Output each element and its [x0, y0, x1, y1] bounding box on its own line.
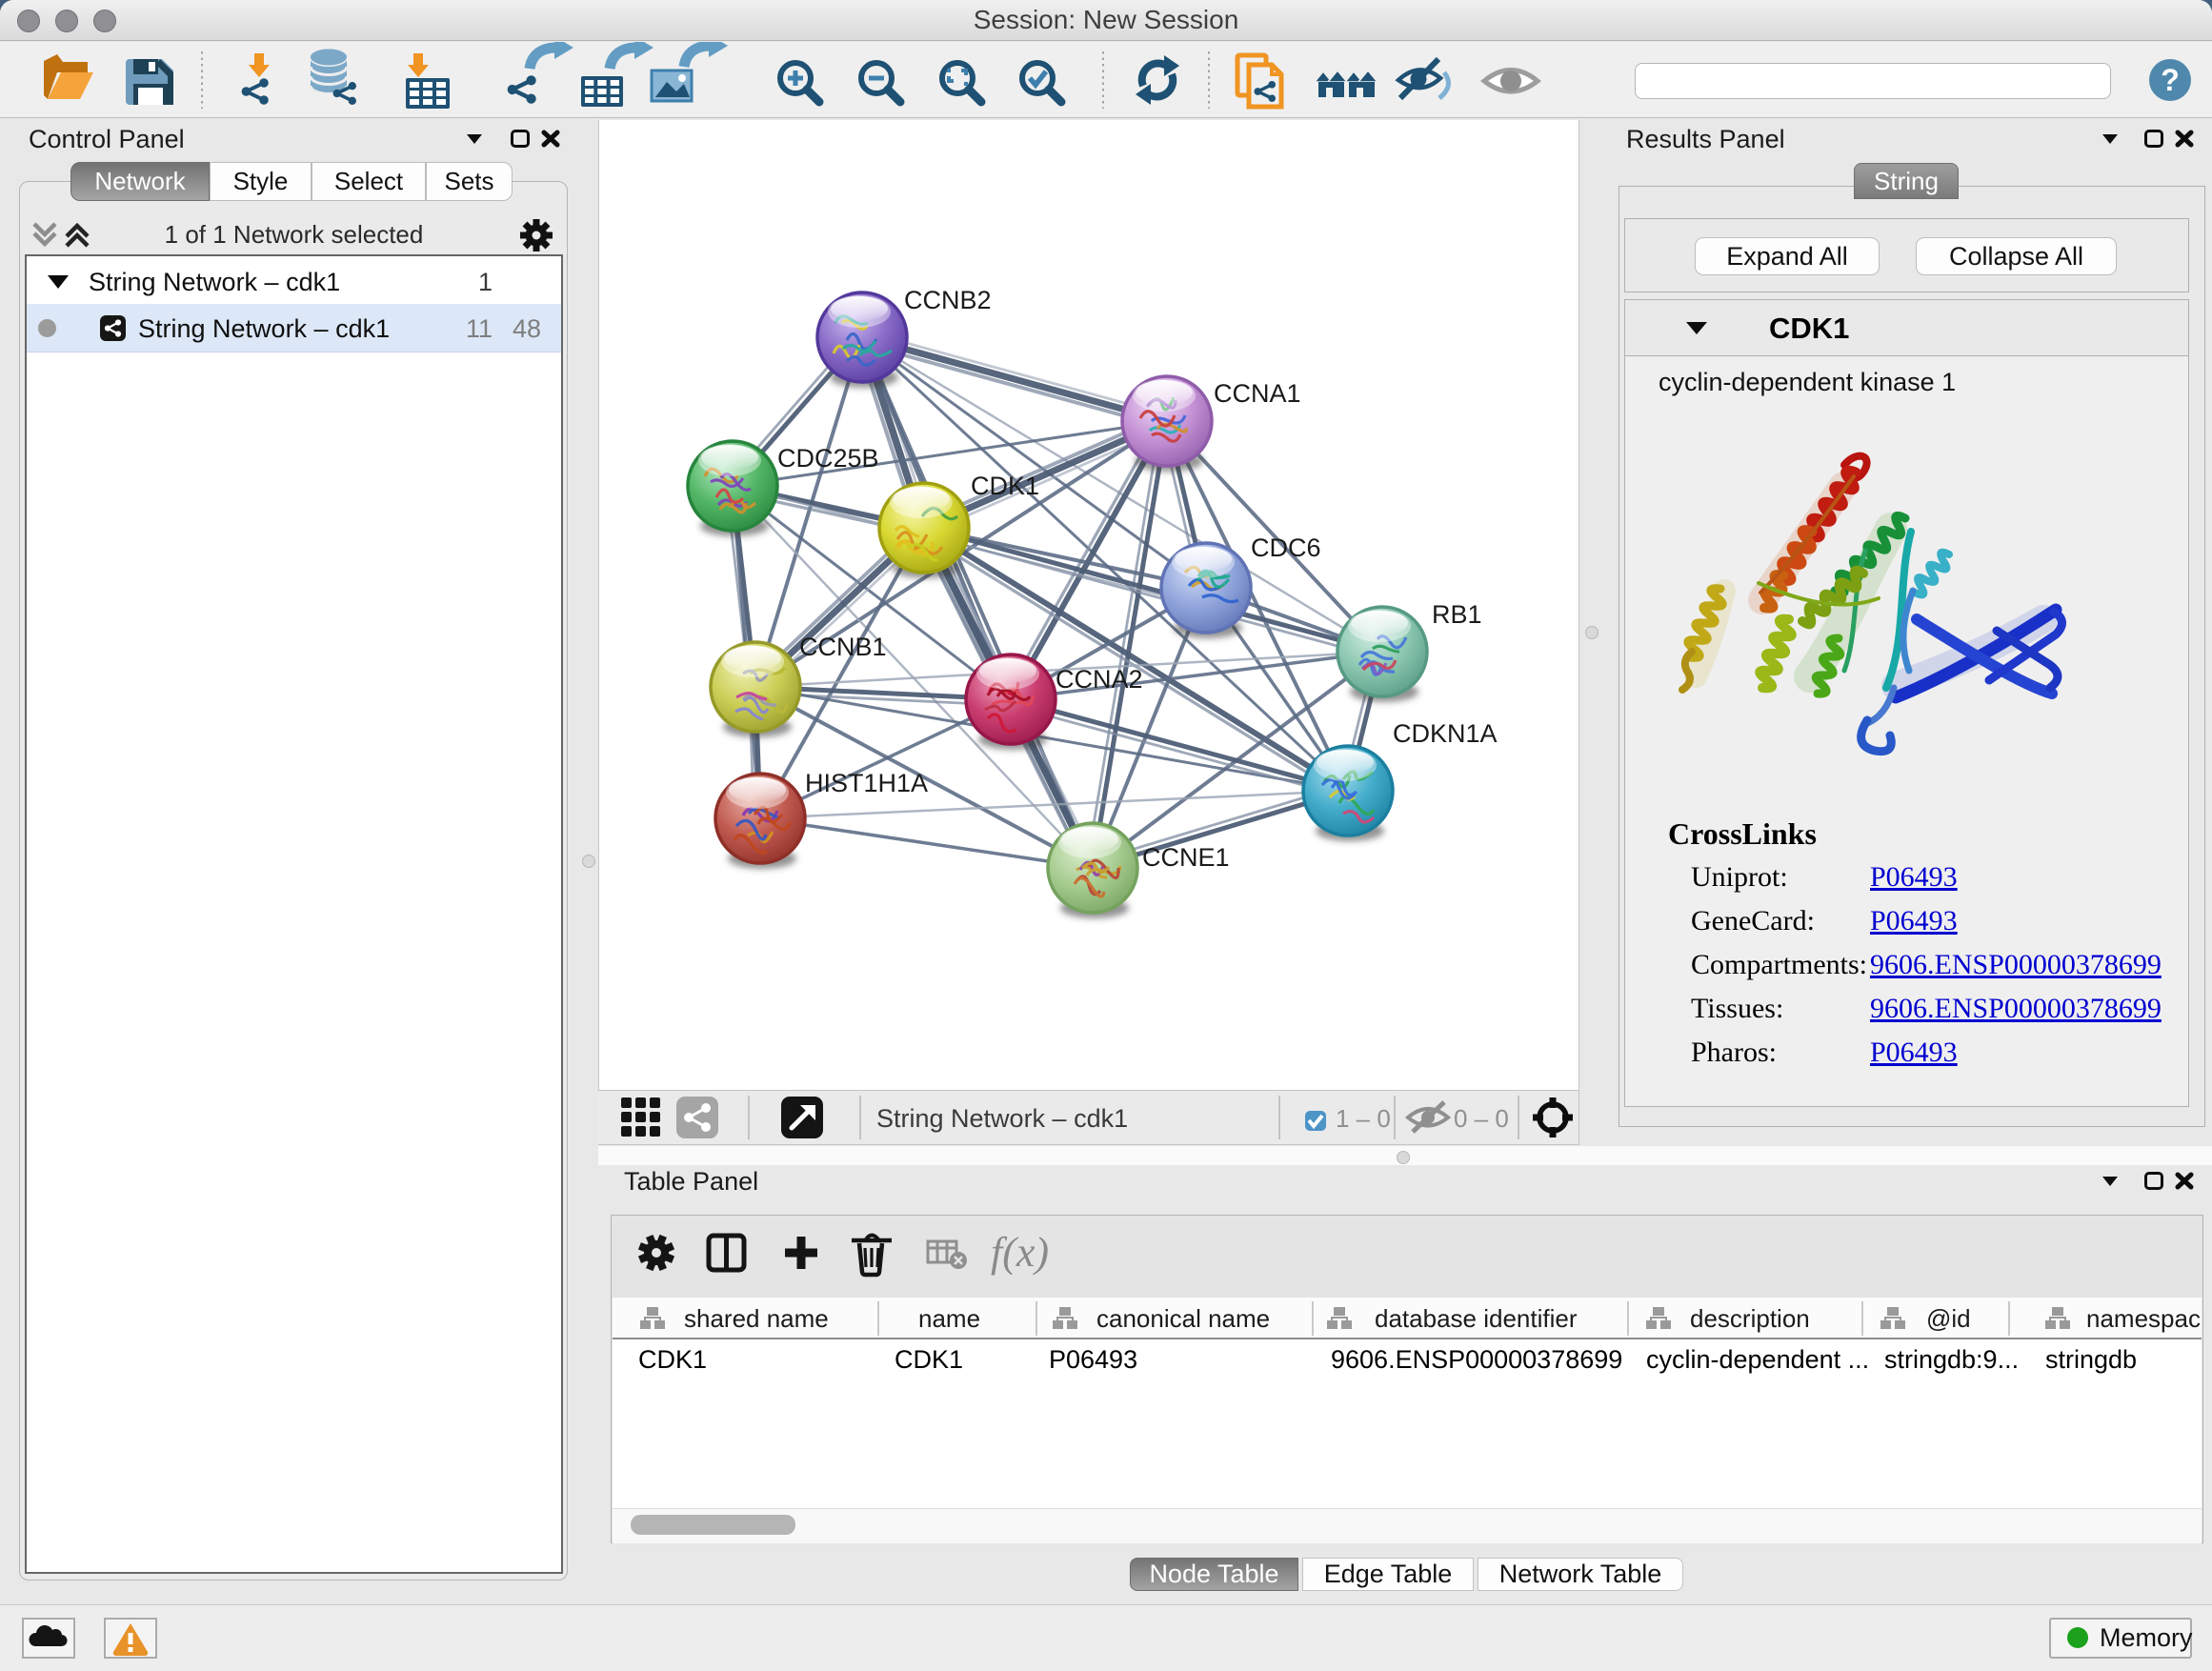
svg-text:canonical name: canonical name	[1096, 1304, 1270, 1333]
svg-text:database identifier: database identifier	[1375, 1304, 1578, 1333]
svg-text:HIST1H1A: HIST1H1A	[805, 769, 928, 797]
svg-text:CDKN1A: CDKN1A	[1393, 719, 1498, 748]
svg-text:name: name	[918, 1304, 980, 1333]
svg-text:CCNE1: CCNE1	[1142, 843, 1230, 872]
svg-text:1 – 0: 1 – 0	[1336, 1104, 1391, 1133]
svg-text:CCNB1: CCNB1	[799, 633, 887, 661]
svg-text:CCNB2: CCNB2	[904, 286, 992, 314]
svg-text:description: description	[1690, 1304, 1810, 1333]
svg-text:CCNA1: CCNA1	[1214, 379, 1301, 408]
svg-text:CDC25B: CDC25B	[777, 444, 879, 473]
svg-text:0 – 0: 0 – 0	[1454, 1104, 1509, 1133]
svg-text:f(x): f(x)	[991, 1229, 1049, 1276]
svg-text:namespace: namespace	[2086, 1304, 2202, 1333]
svg-text:CDK1: CDK1	[971, 472, 1039, 500]
svg-text:CCNA2: CCNA2	[1056, 665, 1143, 694]
svg-text:CDC6: CDC6	[1251, 534, 1321, 562]
svg-text:@id: @id	[1926, 1304, 1971, 1333]
svg-text:String Network – cdk1: String Network – cdk1	[876, 1104, 1128, 1133]
svg-text:shared name: shared name	[684, 1304, 829, 1333]
svg-text:RB1: RB1	[1432, 600, 1482, 629]
